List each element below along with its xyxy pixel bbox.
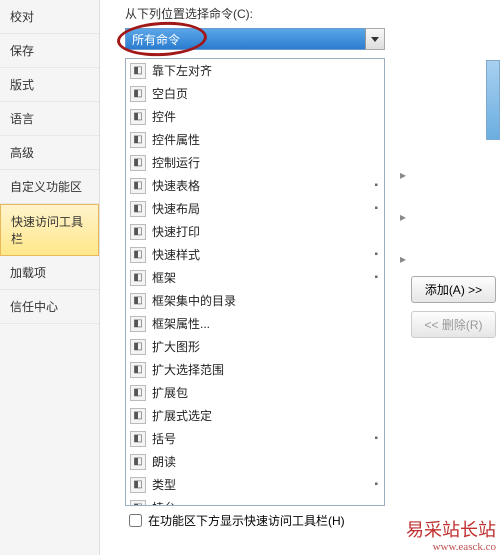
action-buttons-panel: 添加(A) >> << 删除(R) xyxy=(405,270,500,352)
sidebar-item-advanced[interactable]: 高级 xyxy=(0,136,99,170)
list-item-label: 空白页 xyxy=(152,85,188,102)
commands-dropdown[interactable]: 所有命令 xyxy=(125,28,385,50)
prism-icon: ◧ xyxy=(130,500,146,507)
sidebar-item-layout[interactable]: 版式 xyxy=(0,68,99,102)
list-item[interactable]: ◧ 靠下左对齐 xyxy=(126,59,384,82)
list-item-label: 框架 xyxy=(152,269,176,286)
chevron-right-icon: ▪ xyxy=(374,272,380,283)
sidebar: 校对 保存 版式 语言 高级 自定义功能区 快速访问工具栏 加载项 信任中心 xyxy=(0,0,100,555)
table-icon: ◧ xyxy=(130,178,146,194)
list-item-label: 控件 xyxy=(152,108,176,125)
list-item[interactable]: ◧ 控制运行 xyxy=(126,151,384,174)
list-item-label: 快速布局 xyxy=(152,200,200,217)
sidebar-item-trust-center[interactable]: 信任中心 xyxy=(0,290,99,324)
watermark-text: 易采站长站 xyxy=(406,521,496,541)
layout-icon: ◧ xyxy=(130,201,146,217)
show-below-ribbon-label: 在功能区下方显示快速访问工具栏(H) xyxy=(148,512,345,529)
chevron-right-icon: ▪ xyxy=(374,479,380,490)
ctrl-icon: ◧ xyxy=(130,109,146,125)
frame-icon: ◧ xyxy=(130,270,146,286)
list-item[interactable]: ◧ 扩展包 xyxy=(126,381,384,404)
show-below-ribbon-checkbox[interactable] xyxy=(129,514,142,527)
list-item-label: 扩展式选定 xyxy=(152,407,212,424)
right-decoration xyxy=(486,60,500,140)
arrow-icon: ▸ xyxy=(400,252,412,266)
type-icon: ◧ xyxy=(130,477,146,493)
chevron-right-icon: ▪ xyxy=(374,180,380,191)
remove-button[interactable]: << 删除(R) xyxy=(411,311,496,338)
watermark-url: www.easck.co xyxy=(406,541,496,553)
commands-listbox[interactable]: ◧ 靠下左对齐 ◧ 空白页 ◧ 控件 ◧ 控件属性 ◧ 控制运行 ◧ 快速表格 ▪ ◧ 快速布局 ▪ ◧ 快速打印… xyxy=(125,58,385,506)
choose-commands-label: 从下列位置选择命令(C): xyxy=(125,5,500,22)
list-item[interactable]: ◧ 快速样式 ▪ xyxy=(126,243,384,266)
list-item[interactable]: ◧ 框架集中的目录 xyxy=(126,289,384,312)
chevron-right-icon: ▪ xyxy=(374,249,380,260)
list-item[interactable]: ◧ 空白页 xyxy=(126,82,384,105)
sidebar-item-save[interactable]: 保存 xyxy=(0,34,99,68)
list-item-label: 框架集中的目录 xyxy=(152,292,236,309)
arrow-icon: ▸ xyxy=(400,210,412,224)
list-item[interactable]: ◧ 框架 ▪ xyxy=(126,266,384,289)
list-item[interactable]: ◧ 控件 xyxy=(126,105,384,128)
speak-icon: ◧ xyxy=(130,454,146,470)
fprop-icon: ◧ xyxy=(130,316,146,332)
list-item-label: 控件属性 xyxy=(152,131,200,148)
style-icon: ◧ xyxy=(130,247,146,263)
list-item[interactable]: ◧ 框架属性... xyxy=(126,312,384,335)
align-icon: ◧ xyxy=(130,63,146,79)
list-item[interactable]: ◧ 快速打印 xyxy=(126,220,384,243)
list-item-label: 类型 xyxy=(152,476,176,493)
pkg-icon: ◧ xyxy=(130,385,146,401)
list-item-label: 扩大图形 xyxy=(152,338,200,355)
chevron-right-icon: ▪ xyxy=(374,203,380,214)
sidebar-item-language[interactable]: 语言 xyxy=(0,102,99,136)
add-button[interactable]: 添加(A) >> xyxy=(411,276,496,303)
list-item-label: 朗读 xyxy=(152,453,176,470)
watermark: 易采站长站 www.easck.co xyxy=(406,521,496,553)
sidebar-item-proofing[interactable]: 校对 xyxy=(0,0,99,34)
list-item-label: 棱台 xyxy=(152,499,176,506)
list-item[interactable]: ◧ 扩大选择范围 xyxy=(126,358,384,381)
list-item-label: 控制运行 xyxy=(152,154,200,171)
list-item-label: 框架属性... xyxy=(152,315,210,332)
commands-dropdown-wrap: 所有命令 xyxy=(125,28,385,50)
list-item[interactable]: ◧ 棱台 ▪ xyxy=(126,496,384,506)
list-item[interactable]: ◧ 快速布局 ▪ xyxy=(126,197,384,220)
list-item-label: 扩大选择范围 xyxy=(152,361,224,378)
sidebar-item-addins[interactable]: 加载项 xyxy=(0,256,99,290)
list-item-label: 靠下左对齐 xyxy=(152,62,212,79)
list-item[interactable]: ◧ 快速表格 ▪ xyxy=(126,174,384,197)
arrow-icon: ▸ xyxy=(400,168,412,182)
sidebar-item-quick-access[interactable]: 快速访问工具栏 xyxy=(0,204,99,256)
list-item[interactable]: ◧ 括号 ▪ xyxy=(126,427,384,450)
list-item[interactable]: ◧ 朗读 xyxy=(126,450,384,473)
list-item[interactable]: ◧ 扩展式选定 xyxy=(126,404,384,427)
run-icon: ◧ xyxy=(130,155,146,171)
toc-icon: ◧ xyxy=(130,293,146,309)
chevron-right-icon: ▪ xyxy=(374,433,380,444)
dropdown-value: 所有命令 xyxy=(132,33,180,47)
zoom-icon: ◧ xyxy=(130,339,146,355)
list-item-label: 括号 xyxy=(152,430,176,447)
sel-icon: ◧ xyxy=(130,362,146,378)
list-item-label: 快速表格 xyxy=(152,177,200,194)
list-item[interactable]: ◧ 类型 ▪ xyxy=(126,473,384,496)
list-item-label: 扩展包 xyxy=(152,384,188,401)
brace-icon: ◧ xyxy=(130,431,146,447)
list-item[interactable]: ◧ 控件属性 xyxy=(126,128,384,151)
sidebar-item-customize-ribbon[interactable]: 自定义功能区 xyxy=(0,170,99,204)
list-item-label: 快速打印 xyxy=(152,223,200,240)
extsel-icon: ◧ xyxy=(130,408,146,424)
dropdown-toggle-button[interactable] xyxy=(365,28,385,50)
prop-icon: ◧ xyxy=(130,132,146,148)
chevron-right-icon: ▪ xyxy=(374,502,380,506)
page-icon: ◧ xyxy=(130,86,146,102)
list-item-label: 快速样式 xyxy=(152,246,200,263)
list-item[interactable]: ◧ 扩大图形 xyxy=(126,335,384,358)
print-icon: ◧ xyxy=(130,224,146,240)
